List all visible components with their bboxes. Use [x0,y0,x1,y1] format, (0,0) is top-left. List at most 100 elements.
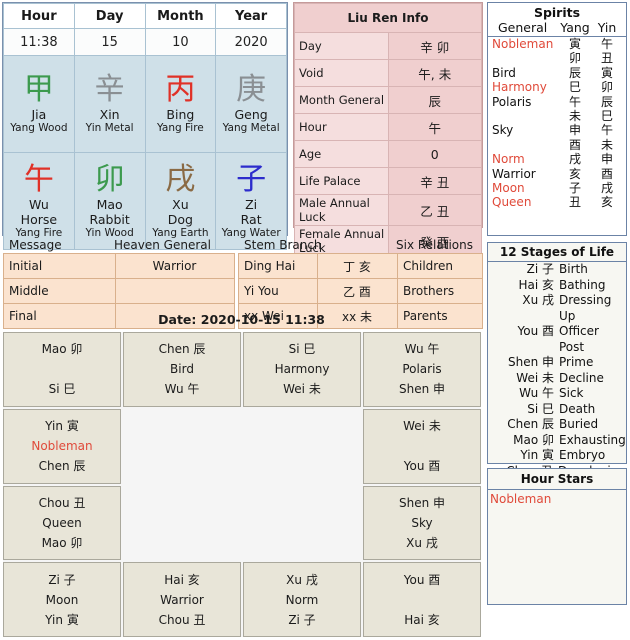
stem-element: Yang Metal [222,122,280,134]
stem-glyph: 丙 [165,72,196,107]
table-row: Initial Warrior [3,253,235,279]
branch-glyph: 午 [23,161,54,197]
plate-cell[interactable]: Zi 子 Moon Yin 寅 [3,562,121,637]
plate-cell-top-branch: Mao 卯 [41,342,83,357]
plate-cell-spirit: Polaris [402,362,442,377]
plate-cell-bottom-branch: Chou 丑 [158,612,206,627]
table-row: Month General 辰 [294,86,482,114]
plate-cell-spirit: Harmony [274,362,330,377]
branch-animal: Horse [20,211,58,227]
branch-pinyin: Mao [96,196,123,212]
plate-cell[interactable]: Yin 寅 Nobleman Chen 辰 [3,408,121,484]
branch-animal: Rat [240,211,262,227]
bazi-header-row: Hour Day Month Year [3,3,287,29]
spirits-row: 未巳 [488,109,626,123]
plate-cell[interactable]: You 酉 Hai 亥 [363,562,481,637]
spirits-yin-branch: 未 [600,137,613,152]
plate-cell-bottom-branch: Mao 卯 [41,535,83,550]
plate-cell-top-branch: Hai 亥 [164,572,200,587]
bazi-header-day: Day [73,3,146,29]
plate-cell-top-branch: Shen 申 [398,495,446,510]
plate-cell-bottom-branch: Wu 午 [164,382,200,397]
stem-glyph: 庚 [236,72,267,107]
stem-element: Yang Wood [10,122,68,134]
hour-stars-title: Hour Stars [488,469,626,490]
plate-cell-top-branch: Chen 辰 [158,342,206,357]
liu-ren-value-day: 辛 卯 [387,32,482,60]
plate-cell-top-branch: Wu 午 [404,342,440,357]
plate-cell-spirit: Nobleman [31,439,93,454]
liu-ren-value-month-general: 辰 [387,86,482,114]
spirits-general-name: Nobleman [492,37,554,51]
message-initial: Initial [3,253,116,279]
spirits-row: 酉未 [488,138,626,152]
stage-name: Birth [559,262,588,276]
spirits-general-name [492,138,558,152]
spirits-yang-branch: 丑 [568,195,581,210]
spirits-panel: Spirits General Yang Yin Nobleman 寅午卯丑 Bir… [487,2,627,236]
plate-cell-top-branch: Yin 寅 [45,419,79,434]
stem-pinyin: Jia [31,107,47,122]
plate-cell-top-branch: Si 巳 [288,342,316,357]
plate-cell[interactable]: Mao 卯 Si 巳 [3,332,121,407]
plate-cell[interactable]: Shen 申 Sky Xu 戌 [363,485,481,561]
bazi-earthly-branches-row: 午 Wu Horse Yang Fire 卯 Mao Rabbit Yin Wo… [3,152,287,250]
liu-ren-label-month-general: Month General [294,86,389,114]
spirits-yin-branch: 申 [600,152,613,167]
stage-name: Dressing Up [559,293,612,323]
stem-glyph: 辛 [94,72,125,107]
bazi-header-year: Year [215,3,287,29]
spirits-yin-branch: 午 [600,37,613,51]
plate-cell-bottom-branch: Chen 辰 [38,459,86,474]
spirits-yang-branch: 未 [568,109,581,124]
plate-cell-bottom-branch: Xu 戌 [406,535,438,550]
plate-cell-spirit: Sky [411,515,433,530]
plate-cell-spirit: Norm [285,592,319,607]
plate-cell-bottom-branch: Wei 未 [283,382,321,397]
spirits-title: Spirits [533,5,581,20]
plate-cell[interactable]: Si 巳 Harmony Wei 未 [243,332,361,407]
spirits-row: Moon 子 戌 [488,181,626,195]
plate-cell[interactable]: Chou 丑 Queen Mao 卯 [3,485,121,561]
spirits-general-name: Warrior [492,166,536,181]
date-line: Date: 2020-10-15 11:38 [158,312,325,327]
stage-branch: Shen 申 [507,355,554,369]
table-row: Male Annual Luck 乙 丑 [294,194,482,226]
stage-name: Embryo [559,448,606,462]
bazi-stem-hour: 甲 Jia Yang Wood [3,55,75,153]
liu-ren-value-void: 午, 未 [387,59,482,87]
spirits-general-name [492,109,558,123]
plate-cell[interactable]: Wei 未 You 酉 [363,408,481,484]
stage-branch: Xu 戌 [522,293,554,307]
spirits-general-name: Norm [492,152,525,167]
hour-stars-list: Nobleman [488,490,626,506]
plate-cell[interactable]: Hai 亥 Warrior Chou 丑 [123,562,241,637]
liu-ren-value-life-palace: 辛 丑 [387,167,482,195]
stem-branch-cjk: 丁 亥 [317,253,398,279]
plate-cell-top-branch: Xu 戌 [286,572,318,587]
twelve-stages-rows: Zi 子 Birth Hai 亥 Bathing Xu 戌 Dressing Up You … [488,262,626,479]
plate-cell-bottom-branch: Yin 寅 [45,612,79,627]
spirits-col-yang: Yang [560,20,590,35]
spirits-yin-branch: 巳 [600,109,613,124]
plate-cell[interactable]: Xu 戌 Norm Zi 子 [243,562,361,637]
stem-branch-table-headers: Stem Branch Six Relations [238,238,483,253]
spirits-yang-branch: 子 [568,181,581,196]
plate-cell-spirit: Queen [42,515,82,530]
spirits-row: Queen 丑 亥 [488,195,626,209]
spirits-yang-branch: 亥 [568,166,581,181]
plate-cell[interactable]: Chen 辰 Bird Wu 午 [123,332,241,407]
branch-glyph: 戌 [165,161,196,197]
spirits-yin-branch: 午 [600,123,613,138]
plate-cell-bottom-branch: Zi 子 [288,612,316,627]
stage-branch: Si 巳 [527,401,554,416]
table-row: Age 0 [294,140,482,168]
bazi-branch-hour: 午 Wu Horse Yang Fire [3,152,75,250]
bazi-value-hour: 11:38 [3,28,75,56]
table-row: Life Palace 辛 丑 [294,167,482,195]
plate-cell[interactable]: Wu 午 Polaris Shen 申 [363,332,481,407]
liu-ren-label-life-palace: Life Palace [294,167,389,195]
branch-pinyin: Xu [172,196,189,212]
liu-ren-value-male-annual-luck: 乙 丑 [387,194,482,226]
spirits-yang-branch: 卯 [568,51,581,66]
